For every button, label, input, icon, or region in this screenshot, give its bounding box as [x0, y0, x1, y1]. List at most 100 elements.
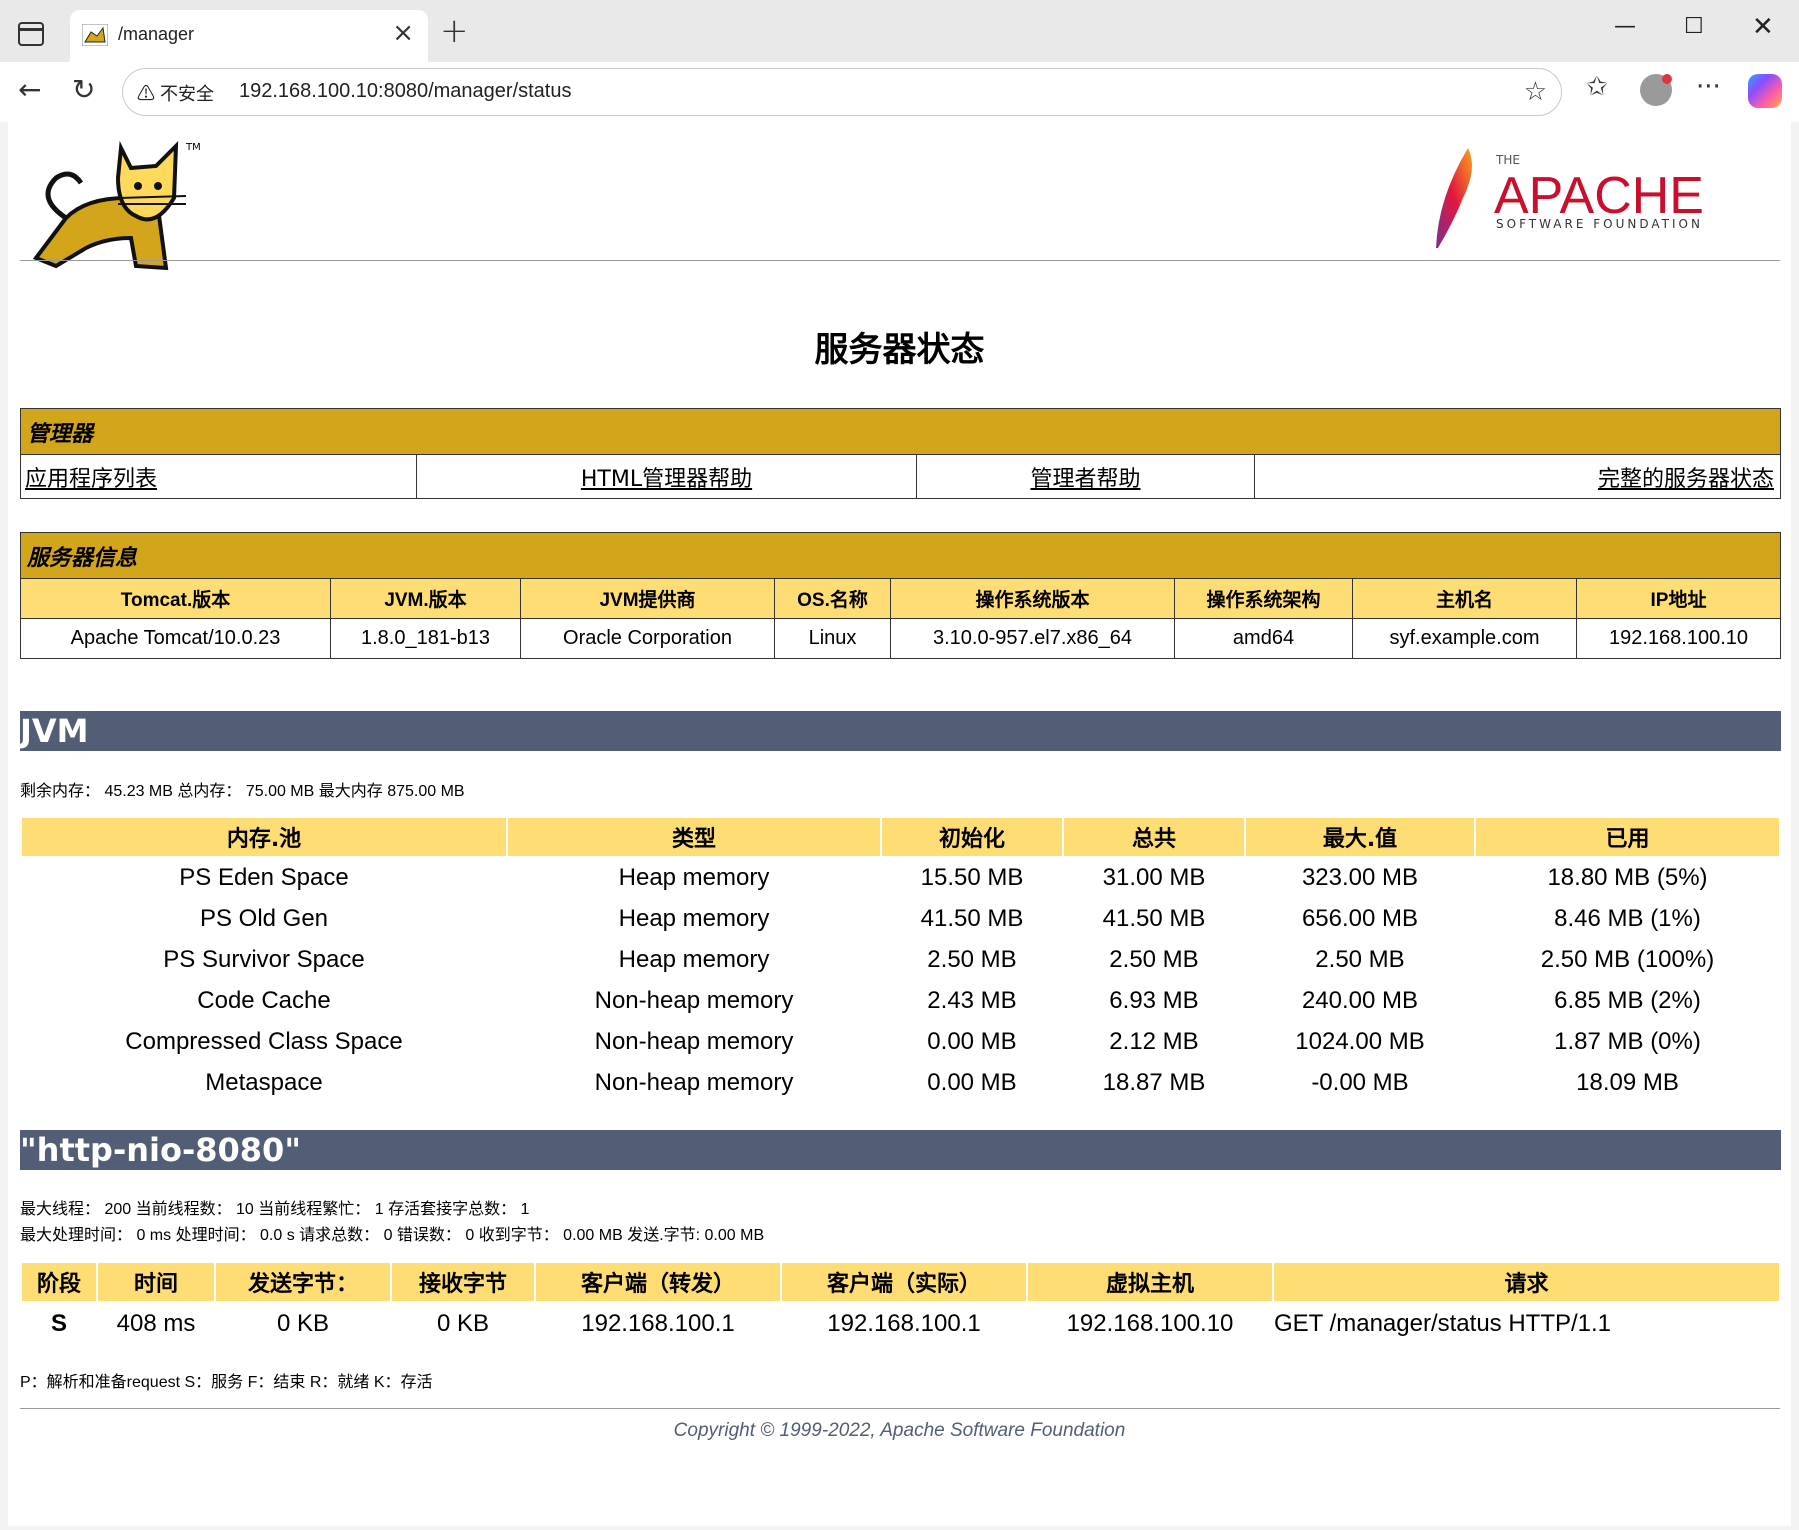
pool-used: 6.85 MB (2%)	[1554, 986, 1701, 1014]
browser-tab[interactable]: /manager ×	[70, 10, 428, 62]
table-row: PS Eden Space Heap memory 15.50 MB 31.00…	[22, 858, 1779, 897]
apache-the-text: THE	[1495, 153, 1520, 167]
pool-initial: 2.50 MB	[927, 945, 1017, 973]
col-type: 类型	[508, 818, 880, 856]
col-tomcat-version: Tomcat.版本	[20, 578, 331, 619]
req-client-forwarded: 192.168.100.1	[581, 1310, 735, 1337]
req-client-actual: 192.168.100.1	[827, 1310, 981, 1337]
favorite-star-icon[interactable]: ☆	[1524, 77, 1547, 107]
pool-type: Non-heap memory	[594, 986, 794, 1014]
url-field[interactable]: ⚠ 不安全 192.168.100.10:8080/manager/status…	[122, 68, 1562, 116]
table-row: Code Cache Non-heap memory 2.43 MB 6.93 …	[22, 981, 1779, 1020]
col-client-actual: 客户端（实际）	[782, 1263, 1026, 1301]
col-initial: 初始化	[882, 818, 1062, 856]
svg-text:TM: TM	[185, 142, 201, 153]
col-time: 时间	[98, 1263, 214, 1301]
val-os-name: Linux	[774, 618, 891, 659]
server-info-table: 服务器信息 Tomcat.版本 JVM.版本 JVM提供商 OS.名称 操作系统…	[20, 532, 1781, 659]
header-divider	[20, 260, 1780, 261]
col-os-version: 操作系统版本	[890, 578, 1175, 619]
link-app-list[interactable]: 应用程序列表	[20, 454, 417, 499]
col-bytes-sent: 发送字节：	[216, 1263, 390, 1301]
col-memory-pool: 内存.池	[22, 818, 506, 856]
pool-total: 18.87 MB	[1102, 1068, 1206, 1096]
col-jvm-vendor: JVM提供商	[520, 578, 775, 619]
favorites-list-icon[interactable]: ✩	[1586, 72, 1608, 102]
link-html-manager-help[interactable]: HTML管理器帮助	[416, 454, 917, 499]
request-stats: 最大处理时间： 0 ms 处理时间： 0.0 s 请求总数： 0 错误数： 0 …	[20, 1227, 765, 1244]
col-bytes-received: 接收字节	[392, 1263, 534, 1301]
table-row: Compressed Class Space Non-heap memory 0…	[22, 1022, 1779, 1061]
security-warning[interactable]: ⚠ 不安全	[137, 80, 214, 106]
close-tab-icon[interactable]: ×	[392, 20, 414, 46]
thread-stats: 最大线程： 200 当前线程数： 10 当前线程繁忙： 1 存活套接字总数： 1	[20, 1201, 530, 1218]
pool-max: 656.00 MB	[1301, 904, 1419, 932]
close-window-icon[interactable]: ✕	[1752, 12, 1774, 42]
col-ip: IP地址	[1576, 578, 1781, 619]
val-jvm-vendor: Oracle Corporation	[520, 618, 775, 659]
col-stage: 阶段	[22, 1263, 96, 1301]
url-text[interactable]: 192.168.100.10:8080/manager/status	[239, 80, 571, 103]
copyright-footer: Copyright © 1999-2022, Apache Software F…	[673, 1420, 1126, 1441]
col-used: 已用	[1476, 818, 1779, 856]
stage-legend: P：解析和准备request S：服务 F：结束 R：就绪 K：存活	[20, 1374, 433, 1391]
link-complete-status[interactable]: 完整的服务器状态	[1254, 454, 1781, 499]
col-total: 总共	[1064, 818, 1244, 856]
pool-initial: 15.50 MB	[920, 863, 1024, 891]
pool-type: Non-heap memory	[594, 1068, 794, 1096]
table-row: PS Survivor Space Heap memory 2.50 MB 2.…	[22, 940, 1779, 979]
memory-summary: 剩余内存： 45.23 MB 总内存： 75.00 MB 最大内存 875.00…	[20, 783, 465, 800]
req-request: GET /manager/status HTTP/1.1	[1274, 1310, 1612, 1337]
table-row: Metaspace Non-heap memory 0.00 MB 18.87 …	[22, 1063, 1779, 1102]
new-tab-icon[interactable]: +	[440, 14, 469, 48]
pool-name: Metaspace	[205, 1068, 323, 1096]
link-manager-help[interactable]: 管理者帮助	[916, 454, 1255, 499]
pool-total: 41.50 MB	[1102, 904, 1206, 932]
memory-pool-table: 内存.池 类型 初始化 总共 最大.值 已用 PS Eden Space Hea…	[20, 816, 1781, 1104]
pool-name: PS Survivor Space	[163, 945, 365, 973]
pool-max: 1024.00 MB	[1295, 1027, 1425, 1055]
pool-initial: 2.43 MB	[927, 986, 1017, 1014]
reload-icon[interactable]: ↻	[72, 76, 95, 104]
pool-max: -0.00 MB	[1311, 1068, 1409, 1096]
col-maximum: 最大.值	[1246, 818, 1474, 856]
req-bytes-sent: 0 KB	[276, 1310, 330, 1337]
tab-title: /manager	[118, 24, 195, 44]
pool-max: 2.50 MB	[1315, 945, 1405, 973]
pool-name: Compressed Class Space	[125, 1027, 403, 1055]
table-row: S 408 ms 0 KB 0 KB 192.168.100.1 192.168…	[22, 1303, 1779, 1345]
val-jvm-version: 1.8.0_181-b13	[330, 618, 521, 659]
minimize-icon[interactable]: —	[1614, 14, 1636, 39]
apache-logo[interactable]: THE APACHE SOFTWARE FOUNDATION	[1408, 138, 1748, 258]
more-options-icon[interactable]: ···	[1696, 72, 1721, 102]
pool-total: 2.12 MB	[1109, 1027, 1199, 1055]
tomcat-favicon-icon	[82, 24, 108, 46]
manager-header: 管理器	[20, 408, 1781, 455]
pool-used: 1.87 MB (0%)	[1554, 1027, 1701, 1055]
page-title: 服务器状态	[814, 330, 985, 370]
address-bar: ← ↻ ⚠ 不安全 192.168.100.10:8080/manager/st…	[0, 62, 1799, 122]
pool-used: 18.80 MB (5%)	[1547, 863, 1708, 891]
back-icon[interactable]: ←	[18, 76, 41, 104]
maximize-icon[interactable]: ☐	[1684, 14, 1704, 39]
connector-section-title: "http-nio-8080"	[20, 1130, 1781, 1170]
pool-initial: 0.00 MB	[927, 1027, 1017, 1055]
pool-used: 2.50 MB (100%)	[1540, 945, 1715, 973]
col-os-name: OS.名称	[774, 578, 891, 619]
sidebar-toggle-icon[interactable]	[18, 22, 44, 46]
not-secure-label: 不安全	[160, 84, 215, 104]
pool-used: 18.09 MB	[1576, 1068, 1679, 1096]
copilot-icon[interactable]	[1748, 74, 1782, 108]
table-row: PS Old Gen Heap memory 41.50 MB 41.50 MB…	[22, 899, 1779, 938]
req-stage: S	[50, 1310, 67, 1337]
server-info-header: 服务器信息	[20, 532, 1781, 579]
pool-initial: 41.50 MB	[920, 904, 1024, 932]
pool-type: Non-heap memory	[594, 1027, 794, 1055]
pool-total: 2.50 MB	[1109, 945, 1199, 973]
pool-type: Heap memory	[618, 945, 770, 973]
tomcat-logo[interactable]: TM	[26, 138, 226, 278]
pool-total: 31.00 MB	[1102, 863, 1206, 891]
footer-divider	[20, 1408, 1780, 1409]
notification-dot	[1662, 74, 1672, 84]
manager-table: 管理器 应用程序列表 HTML管理器帮助 管理者帮助 完整的服务器状态	[20, 408, 1781, 499]
